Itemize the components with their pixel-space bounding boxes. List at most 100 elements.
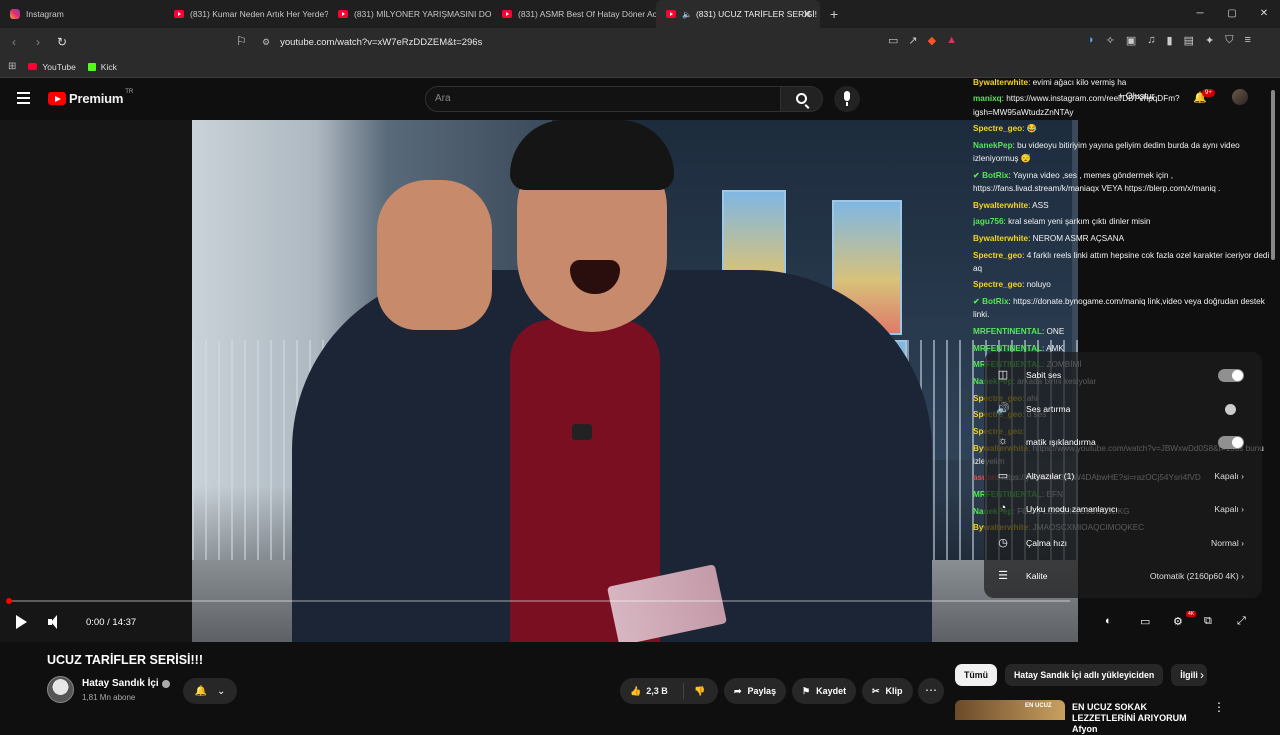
- settings-row[interactable]: ◔ Uyku modu zamanlayıcı Kapalı ›: [984, 494, 1262, 524]
- settings-row[interactable]: ◷ Çalma hızı Normal ›: [984, 528, 1262, 558]
- settings-toggle[interactable]: [1218, 369, 1244, 382]
- voice-search-icon[interactable]: [834, 86, 860, 112]
- more-actions-icon[interactable]: ⋯: [918, 678, 944, 704]
- chat-username[interactable]: NanekPep: [973, 141, 1013, 150]
- browser-tab-active[interactable]: 🔈 (831) UCUZ TARİFLER SERİSİ! ✕: [656, 0, 820, 28]
- bookmark-kick[interactable]: Kick: [87, 62, 117, 72]
- browser-tab[interactable]: (831) ASMR Best Of Hatay Döner Ac: [492, 0, 656, 28]
- video-title: UCUZ TARİFLER SERİSİ!!!: [47, 653, 204, 667]
- browser-tab[interactable]: Instagram: [0, 0, 164, 28]
- music-icon[interactable]: ♫: [1147, 34, 1155, 47]
- recommendation-more-icon[interactable]: ⋮: [1213, 700, 1225, 714]
- search-input[interactable]: [435, 93, 735, 104]
- settings-toggle[interactable]: [1218, 436, 1244, 449]
- browser-tab[interactable]: (831) Kumar Neden Artık Her Yerde?: [164, 0, 328, 28]
- autoplay-toggle-icon[interactable]: ◐: [1105, 615, 1112, 627]
- settings-value-text: Otomatik (2160p60 4K): [1149, 571, 1239, 581]
- address-bar[interactable]: ⚙ youtube.com/watch?v=xW7eRzDDZEM&t=296s: [262, 32, 978, 52]
- chat-username[interactable]: Bywalterwhite: [973, 234, 1028, 243]
- close-tab-icon[interactable]: ✕: [803, 8, 812, 21]
- settings-gear-icon[interactable]: ⚙: [1173, 615, 1183, 628]
- chat-username[interactable]: ✔ BotRix: [973, 171, 1009, 180]
- sidebar-icon[interactable]: ▮: [1167, 34, 1173, 47]
- clip-button[interactable]: ✂ Klip: [862, 678, 913, 704]
- tab-title: (831) ASMR Best Of Hatay Döner Ac: [518, 9, 656, 19]
- browser-tab[interactable]: (831) MİLYONER YARIŞMASINI DOLA: [328, 0, 492, 28]
- scissors-icon: ✂: [872, 685, 880, 696]
- video-player[interactable]: [0, 120, 1078, 642]
- puzzle-icon[interactable]: ✧: [1106, 34, 1115, 47]
- like-button[interactable]: 👍 2,3 B: [620, 683, 684, 699]
- new-tab-icon[interactable]: +: [830, 6, 838, 22]
- chevron-right-icon[interactable]: ›: [1200, 668, 1204, 682]
- progress-bar[interactable]: [8, 600, 1070, 602]
- play-icon[interactable]: [16, 615, 27, 629]
- settings-label: Çalma hızı: [1026, 537, 1068, 548]
- chat-username[interactable]: MRFENTINENTAL: [973, 327, 1042, 336]
- toggle-knob: [1232, 370, 1243, 381]
- chip-all[interactable]: Tümü: [955, 664, 997, 686]
- search-button[interactable]: [781, 86, 823, 112]
- brave-shield-icon[interactable]: ◆: [928, 34, 936, 47]
- chat-message: ✔ BotRix: Yayına video ,ses , memes gönd…: [973, 170, 1221, 193]
- apps-grid-icon[interactable]: ⊞: [8, 61, 16, 72]
- speaker-icon[interactable]: 🔈: [682, 10, 692, 19]
- channel-avatar[interactable]: [47, 676, 74, 703]
- settings-toggle[interactable]: [1218, 403, 1244, 416]
- chat-username[interactable]: manixq: [973, 94, 1002, 103]
- save-button[interactable]: ⚑ Kaydet: [792, 678, 857, 704]
- youtube-logo[interactable]: Premium TR: [48, 88, 134, 106]
- minimize-icon[interactable]: ─: [1184, 0, 1216, 28]
- chat-username[interactable]: Spectre_geo: [973, 251, 1022, 260]
- subscribed-button[interactable]: 🔔 ⌄: [183, 678, 237, 704]
- reload-icon[interactable]: ↻: [52, 35, 72, 49]
- instagram-icon: [10, 9, 20, 19]
- chat-username[interactable]: ✔ BotRix: [973, 297, 1009, 306]
- vpn-icon[interactable]: ⛉: [1225, 34, 1233, 47]
- settings-row[interactable]: ☰ Kalite Otomatik (2160p60 4K) ›: [984, 561, 1262, 591]
- dislike-button[interactable]: 👎: [684, 686, 705, 697]
- rewards-icon[interactable]: ▲: [946, 34, 957, 47]
- miniplayer-icon[interactable]: ⧉: [1204, 615, 1212, 628]
- volume-icon[interactable]: [48, 615, 62, 629]
- back-icon[interactable]: ‹: [4, 35, 24, 49]
- chat-text: ASS: [1032, 200, 1049, 210]
- chat-username[interactable]: Spectre_geo: [973, 124, 1022, 133]
- share-button[interactable]: ➦ Paylaş: [724, 678, 787, 704]
- playback-speed-icon: ◷: [998, 536, 1008, 549]
- ai-icon[interactable]: ✦: [1205, 34, 1214, 47]
- recommendation-title[interactable]: EN UCUZ SOKAK LEZZETLERİNİ ARIYORUM Afyo…: [1072, 702, 1202, 735]
- hamburger-menu-icon[interactable]: [17, 92, 30, 104]
- cast-icon[interactable]: ▭: [888, 34, 898, 47]
- subtitles-button-icon[interactable]: ▭: [1140, 615, 1150, 628]
- chat-scrollbar[interactable]: [1271, 90, 1275, 260]
- settings-row[interactable]: ☼ matik ışıklandırma: [984, 427, 1262, 457]
- bookmark-icon[interactable]: ⚐: [236, 34, 247, 48]
- subscriber-count: 1,81 Mn abone: [82, 693, 136, 702]
- close-window-icon[interactable]: ✕: [1248, 0, 1280, 28]
- tab-title: Instagram: [26, 9, 64, 19]
- chip-from-uploader[interactable]: Hatay Sandık İçi adlı yükleyiciden: [1004, 664, 1164, 686]
- site-info-icon[interactable]: ⚙: [262, 37, 270, 48]
- menu-dots-icon[interactable]: ≡: [1244, 34, 1250, 47]
- settings-row[interactable]: ▭ Altyazılar (1) Kapalı ›: [984, 461, 1262, 491]
- settings-label: Kalite: [1026, 571, 1048, 581]
- screenshot-icon[interactable]: ▣: [1126, 34, 1136, 47]
- chat-username[interactable]: jagu756: [973, 217, 1004, 226]
- forward-icon[interactable]: ›: [28, 35, 48, 49]
- wallet-2-icon[interactable]: ▤: [1184, 34, 1194, 47]
- region-code: TR: [125, 88, 134, 95]
- settings-row[interactable]: 🔊 Ses artırma: [984, 394, 1262, 424]
- share-icon[interactable]: ↗: [908, 34, 917, 47]
- chat-username[interactable]: Spectre_geo: [973, 280, 1022, 289]
- fullscreen-icon[interactable]: ⤢: [1237, 615, 1246, 628]
- maximize-icon[interactable]: ▢: [1216, 0, 1248, 28]
- channel-name[interactable]: Hatay Sandık İçi: [82, 678, 159, 689]
- chat-username[interactable]: Bywalterwhite: [973, 78, 1028, 87]
- bookmark-youtube[interactable]: YouTube: [28, 62, 76, 72]
- recommendation-thumbnail[interactable]: EN UCUZ: [955, 700, 1065, 720]
- wallet-icon[interactable]: ◗: [1088, 34, 1095, 47]
- settings-row[interactable]: ◫ Sabit ses: [984, 360, 1262, 390]
- chat-username[interactable]: Bywalterwhite: [973, 201, 1028, 210]
- progress-scrubber[interactable]: [6, 598, 12, 604]
